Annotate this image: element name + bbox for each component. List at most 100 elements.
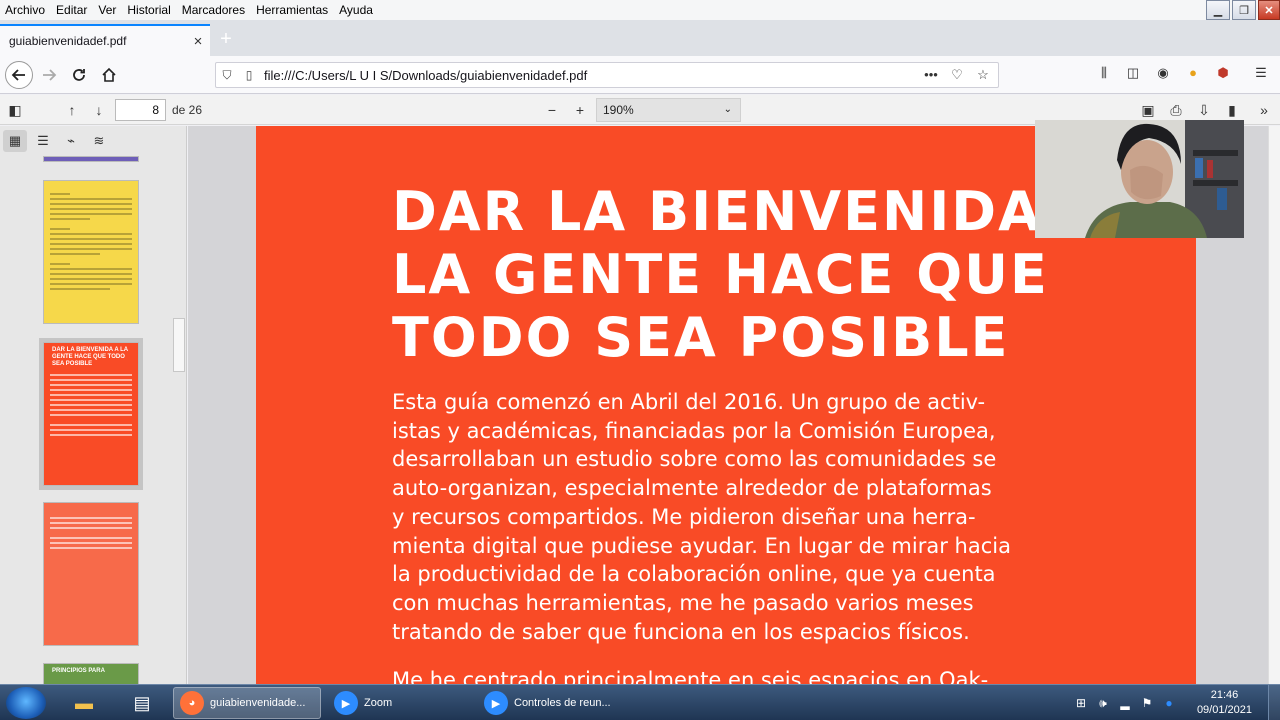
zoom-icon: ▶	[484, 691, 508, 715]
sidebar-icon: ◧	[8, 101, 22, 118]
menu-bar: Archivo Editar Ver Historial Marcadores …	[0, 0, 1280, 20]
plus-icon: +	[575, 102, 585, 118]
menu-editar[interactable]: Editar	[51, 3, 93, 17]
next-page-button[interactable]: ↓	[87, 99, 111, 121]
hamburger-menu-icon[interactable]: ☰	[1250, 65, 1272, 85]
thumbnail-page-7[interactable]	[43, 180, 139, 324]
arrow-down-icon: ↓	[95, 102, 103, 118]
clock[interactable]: 21:46 09/01/2021	[1197, 688, 1252, 718]
page-actions-icon[interactable]: •••	[920, 67, 942, 83]
chevron-down-icon: ⌄	[723, 104, 732, 115]
task-zoom-controls[interactable]: ▶ Controles de reun...	[478, 687, 626, 719]
thumbnail-title: PRINCIPIOS PARA	[52, 668, 105, 674]
account-icon[interactable]: ◉	[1152, 65, 1174, 85]
shield-icon[interactable]: ⛉	[216, 68, 238, 83]
double-chevron-icon: »	[1260, 102, 1268, 118]
sidebar-toggle-icon[interactable]: ◫	[1122, 65, 1144, 85]
navigation-toolbar: ⛉ ▯ file:///C:/Users/L U I S/Downloads/g…	[0, 56, 1280, 94]
zoom-tray-icon[interactable]: ●	[1158, 696, 1180, 710]
page-paragraph: Esta guía comenzó en Abril del 2016. Un …	[392, 390, 1011, 644]
network-icon[interactable]: ▂	[1114, 696, 1136, 710]
toggle-sidebar-button[interactable]: ◧	[3, 99, 27, 121]
thumbnail-sidebar: ▦ ☰ ⌁ ≋ DAR LA BIENVENIDA A LA GENTE HAC…	[0, 126, 187, 693]
volume-icon[interactable]: 🕪	[1092, 696, 1114, 711]
arrow-left-icon	[11, 69, 25, 81]
url-text[interactable]: file:///C:/Users/L U I S/Downloads/guiab…	[260, 68, 920, 83]
forward-button[interactable]	[36, 63, 62, 87]
bookmark-star-icon[interactable]: ☆	[972, 67, 994, 83]
zoom-select[interactable]: 190% ⌄	[596, 98, 741, 122]
zoom-value: 190%	[603, 103, 634, 117]
tab-title: guiabienvenidadef.pdf	[9, 34, 127, 48]
zoom-icon: ▶	[334, 691, 358, 715]
attachments-view-button[interactable]: ⌁	[59, 130, 83, 152]
extension-icon[interactable]: ●	[1182, 65, 1204, 85]
menu-ver[interactable]: Ver	[93, 3, 122, 17]
tab-bar: guiabienvenidadef.pdf × +	[0, 20, 1280, 56]
new-tab-button[interactable]: +	[216, 28, 236, 52]
home-icon	[102, 67, 116, 82]
outline-view-button[interactable]: ☰	[31, 130, 55, 152]
ublock-icon[interactable]: ⬢	[1212, 65, 1234, 85]
layers-view-button[interactable]: ≋	[87, 130, 111, 152]
zoom-out-button[interactable]: −	[540, 99, 564, 121]
task-label: Controles de reun...	[514, 697, 611, 709]
sidebar-scroll-thumb[interactable]	[173, 318, 185, 372]
folder-icon: ▬	[75, 692, 93, 713]
close-tab-icon[interactable]: ×	[186, 33, 210, 50]
reload-icon	[73, 69, 85, 81]
menu-marcadores[interactable]: Marcadores	[177, 3, 251, 17]
viewer-scrollbar[interactable]	[1268, 126, 1280, 684]
window-controls: ▁ ❐ ✕	[1204, 0, 1280, 22]
maximize-button[interactable]: ❐	[1232, 0, 1256, 20]
thumbnails-view-button[interactable]: ▦	[3, 130, 27, 152]
pocket-icon[interactable]: ♡	[946, 67, 968, 83]
bookmark-icon: ▮	[1228, 101, 1236, 118]
flag-icon[interactable]: ⚑	[1136, 696, 1158, 710]
menu-historial[interactable]: Historial	[122, 3, 176, 17]
close-window-button[interactable]: ✕	[1258, 0, 1280, 20]
tools-button[interactable]: »	[1252, 99, 1276, 121]
save-button[interactable]: ⇩	[1192, 99, 1216, 121]
thumbnail-page-6[interactable]	[43, 156, 139, 162]
minimize-button[interactable]: ▁	[1206, 0, 1230, 20]
zoom-in-button[interactable]: +	[568, 99, 592, 121]
menu-herramientas[interactable]: Herramientas	[251, 3, 334, 17]
sidebar-tools: ▦ ☰ ⌁ ≋	[0, 126, 187, 156]
thumbnail-page-8[interactable]: DAR LA BIENVENIDA A LA GENTE HACE QUE TO…	[39, 338, 143, 490]
library-icon[interactable]: ⫼	[1093, 65, 1115, 85]
file-explorer-button[interactable]: ▬	[60, 687, 108, 719]
thumbnail-title: DAR LA BIENVENIDA A LA GENTE HACE QUE TO…	[52, 347, 128, 367]
task-zoom[interactable]: ▶ Zoom	[328, 687, 476, 719]
taskbar: ▬ ▤ ◕ guiabienvenidade... ▶ Zoom ▶ Contr…	[0, 684, 1280, 720]
webcam-image	[1035, 120, 1244, 238]
sidebar-scrollbar[interactable]	[173, 156, 185, 684]
firefox-icon: ◕	[180, 691, 204, 715]
menu-ayuda[interactable]: Ayuda	[334, 3, 379, 17]
presentation-mode-button[interactable]: ▣	[1136, 99, 1160, 121]
reload-button[interactable]	[66, 63, 92, 87]
page-number-input[interactable]: 8	[115, 99, 166, 121]
bookmark-button[interactable]: ▮	[1220, 99, 1244, 121]
task-firefox[interactable]: ◕ guiabienvenidade...	[173, 687, 321, 719]
start-button[interactable]	[6, 687, 46, 719]
document-app-button[interactable]: ▤	[118, 687, 166, 719]
layers-icon: ≋	[93, 133, 105, 148]
tab-active[interactable]: guiabienvenidadef.pdf ×	[0, 24, 210, 56]
thumbnail-page-9[interactable]	[43, 502, 139, 646]
document-icon: ▤	[133, 692, 151, 713]
page-icon: ▯	[245, 68, 253, 82]
home-button[interactable]	[96, 63, 122, 87]
paperclip-icon: ⌁	[67, 133, 75, 148]
previous-page-button[interactable]: ↑	[60, 99, 84, 121]
print-icon: ⎙	[1170, 101, 1182, 118]
arrow-up-icon: ↑	[68, 102, 76, 118]
tray-app-icon[interactable]: ⊞	[1070, 696, 1092, 710]
task-label: Zoom	[364, 697, 393, 709]
print-button[interactable]: ⎙	[1164, 99, 1188, 121]
menu-archivo[interactable]: Archivo	[0, 3, 51, 17]
url-bar[interactable]: ⛉ ▯ file:///C:/Users/L U I S/Downloads/g…	[215, 62, 999, 88]
back-button[interactable]	[5, 61, 33, 89]
show-desktop-button[interactable]	[1268, 685, 1280, 720]
grid-icon: ▦	[8, 133, 22, 148]
